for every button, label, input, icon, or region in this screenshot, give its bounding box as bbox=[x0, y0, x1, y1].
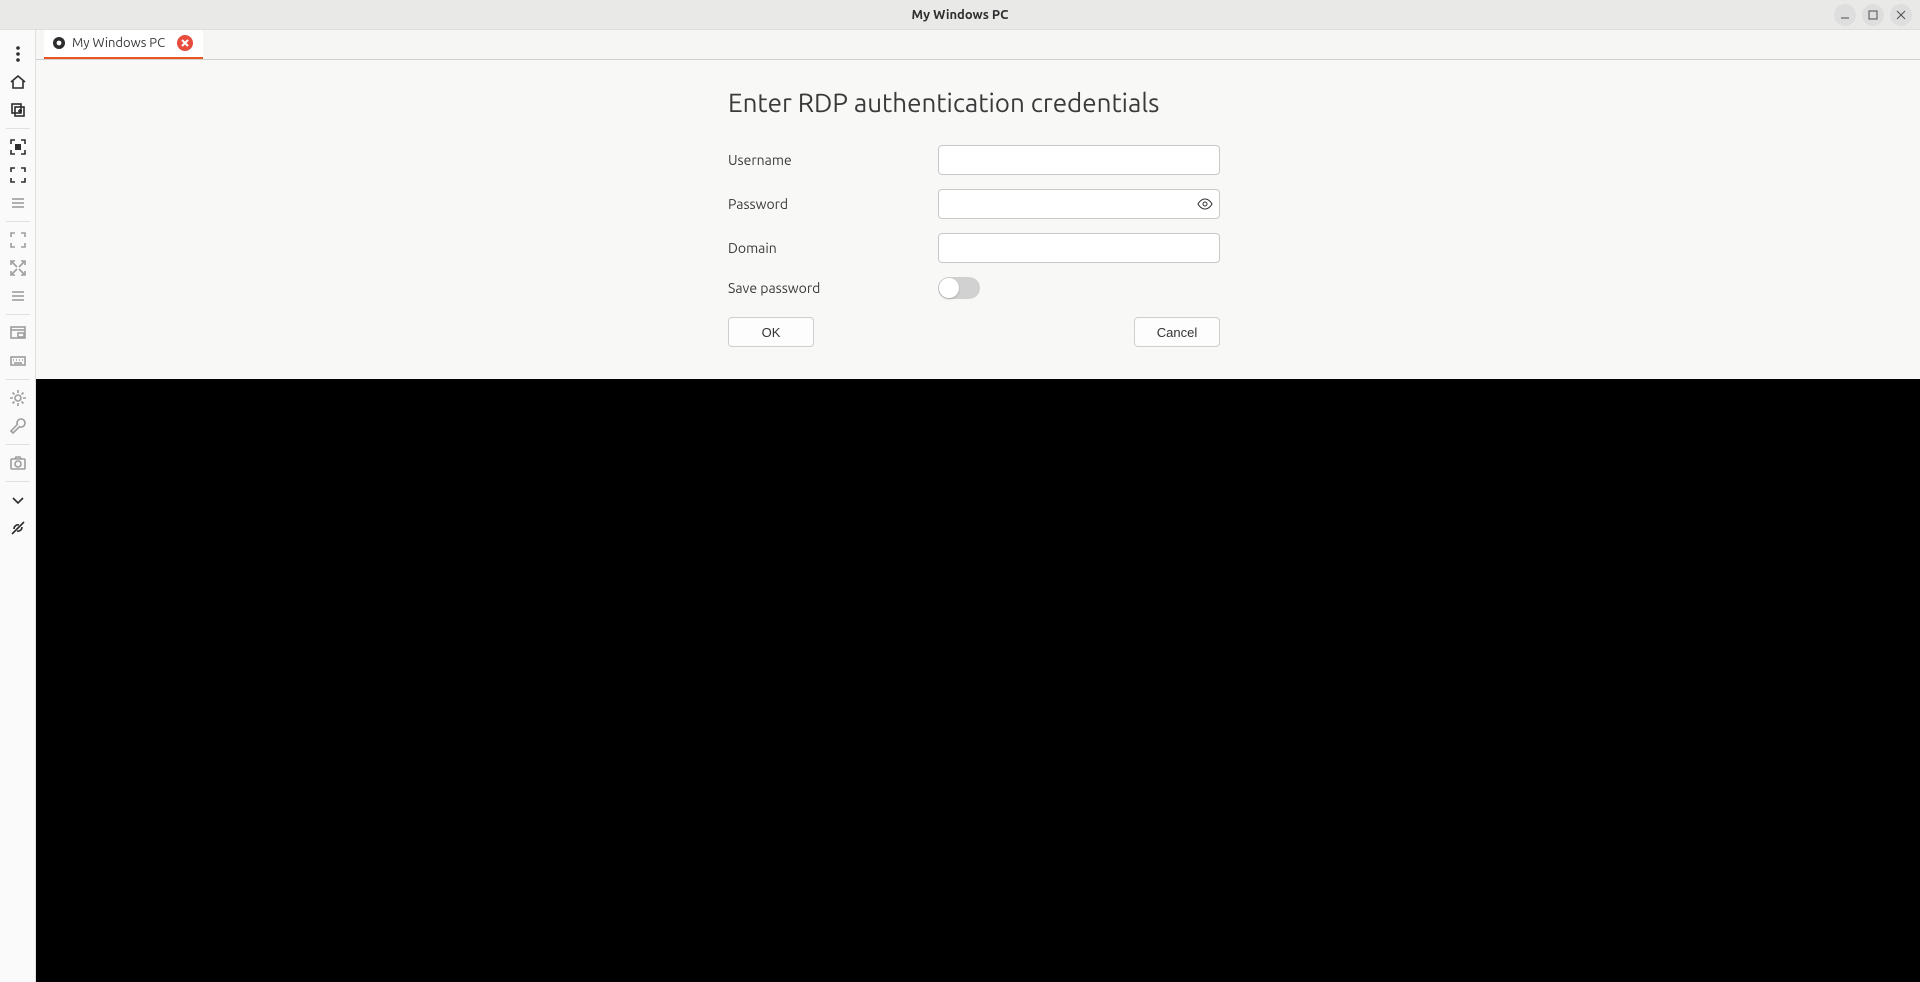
toolbar-scaled-button[interactable] bbox=[0, 133, 36, 161]
keyboard-icon bbox=[9, 352, 27, 370]
save-password-label: Save password bbox=[728, 280, 938, 296]
kebab-icon bbox=[9, 45, 27, 63]
toolbar-grab-input-button[interactable] bbox=[0, 319, 36, 347]
home-icon bbox=[9, 73, 27, 91]
toolbar-home-button[interactable] bbox=[0, 68, 36, 96]
connection-tab[interactable]: My Windows PC bbox=[44, 29, 203, 59]
minimize-button[interactable] bbox=[1834, 4, 1856, 26]
toolbar-duplicate-button[interactable] bbox=[0, 96, 36, 124]
show-password-button[interactable] bbox=[1196, 195, 1214, 213]
toolbar-screenshot-button[interactable] bbox=[0, 449, 36, 477]
toolbar-separator bbox=[6, 221, 30, 222]
tab-label: My Windows PC bbox=[72, 36, 165, 50]
toolbar-separator bbox=[6, 128, 30, 129]
chevron-down-icon bbox=[9, 491, 27, 509]
gear-icon bbox=[9, 389, 27, 407]
duplicate-icon bbox=[9, 101, 27, 119]
toolbar-multimonitor-button[interactable] bbox=[0, 226, 36, 254]
list-icon bbox=[9, 194, 27, 212]
multi-fullscreen-icon bbox=[9, 231, 27, 249]
main-area: My Windows PC Enter RDP authentication c… bbox=[36, 30, 1920, 982]
domain-input[interactable] bbox=[938, 233, 1220, 263]
toolbar-separator bbox=[6, 379, 30, 380]
minimize-icon bbox=[1839, 9, 1851, 21]
remmina-icon bbox=[52, 36, 66, 50]
toolbar-preferences-button[interactable] bbox=[0, 384, 36, 412]
save-password-toggle[interactable] bbox=[938, 277, 980, 299]
username-input[interactable] bbox=[938, 145, 1220, 175]
maximize-icon bbox=[1867, 9, 1879, 21]
titlebar: My Windows PC bbox=[0, 0, 1920, 30]
ok-button[interactable]: OK bbox=[728, 317, 814, 347]
list-icon bbox=[9, 287, 27, 305]
toolbar-listmode-button[interactable] bbox=[0, 282, 36, 310]
close-button[interactable] bbox=[1890, 4, 1912, 26]
toolbar-fullscreen-button[interactable] bbox=[0, 161, 36, 189]
toolbar-keyboard-button[interactable] bbox=[0, 347, 36, 375]
password-input[interactable] bbox=[938, 189, 1220, 219]
domain-label: Domain bbox=[728, 240, 938, 256]
close-icon bbox=[181, 39, 189, 47]
tab-bar: My Windows PC bbox=[36, 30, 1920, 60]
expand-icon bbox=[9, 259, 27, 277]
toolbar-separator bbox=[6, 314, 30, 315]
tab-close-button[interactable] bbox=[177, 35, 193, 51]
auth-dialog: Enter RDP authentication credentials Use… bbox=[36, 60, 1920, 379]
password-label: Password bbox=[728, 196, 938, 212]
toolbar-separator bbox=[6, 481, 30, 482]
toolbar-tools-button[interactable] bbox=[0, 412, 36, 440]
disconnect-icon bbox=[9, 519, 27, 537]
fullscreen-icon bbox=[9, 166, 27, 184]
remote-display[interactable] bbox=[36, 379, 1920, 982]
toggle-knob bbox=[939, 278, 959, 298]
window-controls bbox=[1834, 4, 1912, 26]
scaled-icon bbox=[9, 138, 27, 156]
camera-icon bbox=[9, 454, 27, 472]
toolbar-separator bbox=[6, 444, 30, 445]
eye-icon bbox=[1197, 196, 1213, 212]
toolbar-expand-button[interactable] bbox=[0, 254, 36, 282]
cancel-button[interactable]: Cancel bbox=[1134, 317, 1220, 347]
maximize-button[interactable] bbox=[1862, 4, 1884, 26]
window-title: My Windows PC bbox=[912, 8, 1009, 22]
windowed-icon bbox=[9, 324, 27, 342]
toolbar-dynres-button[interactable] bbox=[0, 189, 36, 217]
toolbar-disconnect-button[interactable] bbox=[0, 514, 36, 542]
wrench-icon bbox=[9, 417, 27, 435]
username-label: Username bbox=[728, 152, 938, 168]
left-toolbar bbox=[0, 30, 36, 982]
dialog-title: Enter RDP authentication credentials bbox=[728, 88, 1228, 117]
toolbar-collapse-button[interactable] bbox=[0, 486, 36, 514]
close-icon bbox=[1895, 9, 1907, 21]
toolbar-menu-button[interactable] bbox=[0, 40, 36, 68]
